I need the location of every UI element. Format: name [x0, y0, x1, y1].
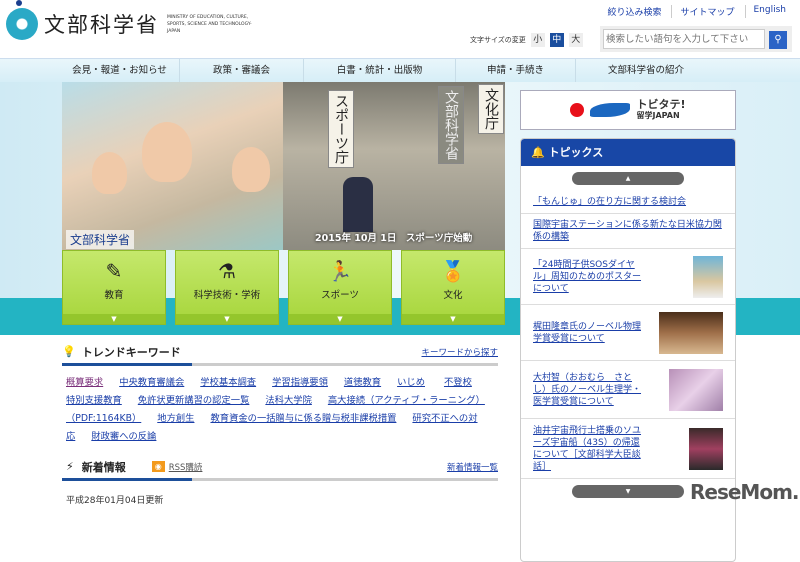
keyword-link[interactable]: 地方創生 [157, 413, 194, 424]
font-size-label: 文字サイズの変更 [470, 36, 526, 44]
scroll-down-button[interactable]: ▼ [572, 485, 684, 498]
tile-label: スポーツ [321, 290, 359, 301]
keyword-search-link[interactable]: キーワードから探す [421, 346, 498, 358]
nav-applications[interactable]: 申請・手続き [456, 59, 576, 82]
keyword-link[interactable]: 教育資金の一括贈与に係る贈与税非課税措置 [210, 413, 396, 424]
tile-label: 教育 [104, 290, 124, 301]
section-title: トレンドキーワード [81, 345, 181, 359]
tile-culture[interactable]: 🏅 文化 ▼ [401, 250, 505, 325]
logo-english: MINISTRY OF EDUCATION, CULTURE, SPORTS, … [167, 14, 252, 34]
sign-mext: 文部科学省 [438, 86, 464, 164]
nav-about[interactable]: 文部科学省の紹介 [576, 59, 716, 82]
topics-title: トピックス [548, 146, 604, 159]
header: 文部科学省 MINISTRY OF EDUCATION, CULTURE, SP… [0, 0, 800, 58]
rss-icon: ◉ [151, 461, 165, 472]
top-links: 絞り込み検索 サイトマップ English [607, 5, 786, 18]
keyword-link[interactable]: 法科大学院 [265, 395, 312, 406]
ministry-logo[interactable]: 文部科学省 MINISTRY OF EDUCATION, CULTURE, SP… [6, 0, 257, 40]
tile-label: 文化 [443, 290, 463, 301]
link-sitemap[interactable]: サイトマップ [680, 8, 734, 18]
keyword-link[interactable]: 概算要求 [66, 377, 103, 388]
keyword-link[interactable]: 不登校 [444, 377, 472, 388]
children-photo [62, 82, 283, 250]
keyword-link[interactable]: 道徳教育 [344, 377, 381, 388]
topic-item: 「24時間子供SOSダイヤル」周知のためのポスターについて [521, 249, 735, 305]
chevron-down-icon: ▼ [289, 314, 391, 324]
agency-photo: スポーツ庁 文部科学省 文化庁 [283, 82, 505, 250]
tile-education[interactable]: ✎ 教育 ▼ [62, 250, 166, 325]
category-tiles: ✎ 教育 ▼ ⚗ 科学技術・学術 ▼ 🏃 スポーツ ▼ 🏅 文化 ▼ [62, 250, 505, 325]
astronaut-thumbnail [689, 427, 723, 470]
topic-item: 油井宇宙飛行士搭乗のソユーズ宇宙船（43S）の帰還について［文部科学大臣談話］ [521, 419, 735, 479]
hero-logo: 文部科学省 [66, 230, 135, 249]
topic-link[interactable]: 「24時間子供SOSダイヤル」周知のためのポスターについて [533, 259, 643, 295]
hero-caption: 2015年 10月 1日 スポーツ庁始動 [315, 233, 473, 244]
main-nav: 会見・報道・お知らせ 政策・審議会 白書・統計・出版物 申請・手続き 文部科学省… [0, 58, 800, 82]
runner-icon: 🏃 [327, 259, 353, 283]
topic-link[interactable]: 「もんじゅ」の在り方に関する検討会 [533, 196, 723, 208]
search-input[interactable] [603, 29, 765, 49]
scroll-up-button[interactable]: ▲ [572, 172, 684, 185]
nav-policy[interactable]: 政策・審議会 [180, 59, 304, 82]
font-size-large[interactable]: 大 [568, 33, 583, 47]
tobitate-banner[interactable]: トビタテ! 留学JAPAN [520, 90, 736, 130]
rss-link[interactable]: RSS購読 [169, 461, 203, 473]
bell-icon: 🔔 [531, 146, 545, 159]
chevron-down-icon: ▼ [63, 314, 165, 324]
sign-culture-agency: 文化庁 [478, 84, 504, 134]
bird-icon [590, 103, 631, 117]
keyword-link[interactable]: 免許状更新講習の認定一覧 [138, 395, 250, 406]
keyword-link[interactable]: 財政審への反論 [91, 431, 156, 442]
sign-sports-agency: スポーツ庁 [328, 90, 354, 168]
news-section: ⚡ 新着情報 ◉ RSS購読 新着情報一覧 平成28年01月04日更新 [62, 455, 498, 506]
lightbulb-icon: 💡 [62, 345, 76, 358]
keyword-list: 概算要求 中央教育審議会 学校基本調査 学習指導要領 道徳教育 いじめ 不登校特別支援教育… [62, 366, 498, 454]
topic-link[interactable]: 大村智（おおむら さとし）氏のノーベル生理学・医学賞受賞について [533, 372, 643, 408]
banner-title: トビタテ! [636, 98, 686, 111]
poster-thumbnail [693, 255, 723, 298]
chevron-down-icon: ▼ [176, 314, 278, 324]
logo-mark-icon [6, 0, 38, 40]
tile-label: 科学技術・学術 [193, 290, 261, 301]
topic-item: 国際宇宙ステーションに係る新たな日米協力関係の構築 [521, 214, 735, 249]
link-english[interactable]: English [754, 5, 787, 15]
news-list-link[interactable]: 新着情報一覧 [447, 461, 498, 473]
updated-date: 平成28年01月04日更新 [66, 496, 164, 506]
logo-text: 文部科学省 [44, 13, 159, 37]
tile-sports[interactable]: 🏃 スポーツ ▼ [288, 250, 392, 325]
topic-item: 梶田隆章氏のノーベル物理学賞受賞について [521, 305, 735, 361]
microscope-thumbnail [669, 368, 723, 411]
keyword-link[interactable]: 中央教育審議会 [119, 377, 184, 388]
lightning-icon: ⚡ [66, 460, 74, 473]
banner-subtitle: 留学JAPAN [636, 111, 680, 120]
font-size-medium[interactable]: 中 [549, 33, 564, 47]
trend-keywords: 💡 トレンドキーワード キーワードから探す 概算要求 中央教育審議会 学校基本調査 学習… [62, 340, 498, 454]
resemom-watermark: ReseMom. [690, 480, 800, 504]
topic-link[interactable]: 国際宇宙ステーションに係る新たな日米協力関係の構築 [533, 219, 723, 243]
keyword-link[interactable]: いじめ [397, 377, 425, 388]
hall-thumbnail [659, 311, 723, 354]
tile-science[interactable]: ⚗ 科学技術・学術 ▼ [175, 250, 279, 325]
section-title: 新着情報 [81, 460, 126, 474]
sun-icon [570, 103, 585, 117]
hero-slideshow[interactable]: スポーツ庁 文部科学省 文化庁 文部科学省 2015年 10月 1日 スポーツ庁… [62, 82, 505, 250]
nav-press[interactable]: 会見・報道・お知らせ [60, 59, 180, 82]
flask-icon: ⚗ [218, 259, 236, 283]
font-size-switcher: 文字サイズの変更 小 中 大 [470, 33, 583, 47]
chevron-down-icon: ▼ [402, 314, 504, 324]
keyword-link[interactable]: 特別支援教育 [66, 395, 122, 406]
keyword-link[interactable]: 学校基本調査 [200, 377, 256, 388]
topic-item: 「もんじゅ」の在り方に関する検討会 [521, 191, 735, 214]
font-size-small[interactable]: 小 [530, 33, 545, 47]
keyword-link[interactable]: 学習指導要領 [272, 377, 328, 388]
topic-link[interactable]: 梶田隆章氏のノーベル物理学賞受賞について [533, 321, 643, 345]
topic-item: 大村智（おおむら さとし）氏のノーベル生理学・医学賞受賞について [521, 361, 735, 419]
medal-icon: 🏅 [440, 259, 466, 283]
pencil-icon: ✎ [105, 259, 123, 283]
link-refine-search[interactable]: 絞り込み検索 [607, 5, 661, 18]
search-box: ⚲ [600, 26, 792, 52]
search-icon[interactable]: ⚲ [769, 31, 787, 49]
nav-publications[interactable]: 白書・統計・出版物 [304, 59, 456, 82]
topic-link[interactable]: 油井宇宙飛行士搭乗のソユーズ宇宙船（43S）の帰還について［文部科学大臣談話］ [533, 425, 643, 473]
